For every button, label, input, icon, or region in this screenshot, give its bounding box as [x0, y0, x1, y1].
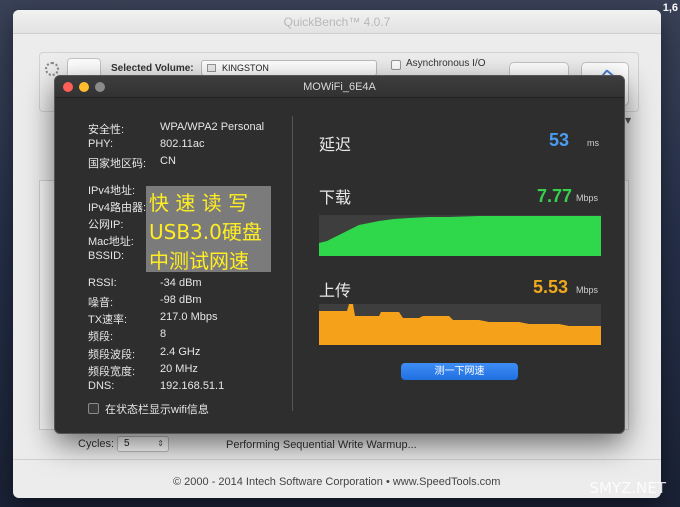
- info-value-country: CN: [160, 155, 176, 167]
- chevron-down-icon[interactable]: ▼: [625, 116, 631, 125]
- info-label-channel: 频段:: [88, 331, 114, 343]
- status-bar-checkbox[interactable]: [88, 403, 99, 414]
- upload-unit: Mbps: [576, 285, 599, 295]
- upload-value: 5.53: [533, 277, 569, 297]
- info-label-width: 频段宽度:: [88, 366, 136, 378]
- info-value-phy: 802.11ac: [160, 138, 205, 150]
- info-value-security: WPA/WPA2 Personal: [160, 121, 265, 133]
- copyright-text: © 2000 - 2014 Intech Software Corporatio…: [173, 476, 501, 488]
- volume-select-value: KINGSTON: [222, 63, 269, 73]
- info-value-rssi: -34 dBm: [160, 277, 202, 289]
- caption-line-3: 中测试网速: [149, 249, 249, 273]
- chevron-updown-icon: ⇕: [157, 439, 164, 448]
- upload-area: [319, 304, 601, 345]
- latency-value: 53: [549, 130, 570, 150]
- wifi-info-window: MOWiFi_6E4A 安全性: WPA/WPA2 Personal PHY: …: [54, 75, 625, 434]
- progress-spinner-icon: [45, 62, 59, 76]
- upload-graph: [319, 304, 601, 345]
- cycles-label: Cycles:: [78, 438, 115, 450]
- zoom-window-button[interactable]: [95, 82, 105, 92]
- info-value-noise: -98 dBm: [160, 294, 202, 306]
- info-label-router: IPv4路由器:: [88, 202, 147, 214]
- info-value-dns: 192.168.51.1: [160, 380, 225, 392]
- selected-volume-label: Selected Volume:: [111, 63, 194, 74]
- download-label: 下载: [319, 188, 352, 207]
- speed-test-button[interactable]: 测一下网速: [401, 363, 518, 380]
- drive-icon: [207, 64, 216, 72]
- download-value: 7.77: [537, 186, 573, 206]
- info-label-bssid: BSSID:: [88, 250, 125, 262]
- divider: [13, 459, 661, 460]
- watermark-logo: SMYZ.NET: [589, 479, 666, 497]
- async-io-label: Asynchronous I/O: [406, 58, 486, 69]
- info-label-phy: PHY:: [88, 138, 114, 150]
- download-area: [319, 216, 601, 256]
- info-label-band: 频段波段:: [88, 349, 136, 361]
- info-value-channel: 8: [160, 328, 167, 340]
- quickbench-title: QuickBench™ 4.0.7: [13, 10, 661, 34]
- download-graph-svg: [319, 216, 601, 256]
- info-value-width: 20 MHz: [160, 363, 198, 375]
- menubar-corner-text: 1,6: [662, 2, 678, 14]
- cycles-select[interactable]: 5 ⇕: [117, 436, 169, 452]
- wifi-titlebar: MOWiFi_6E4A: [55, 76, 624, 98]
- panel-divider: [292, 116, 293, 411]
- info-label-tx-rate: TX速率:: [88, 314, 128, 326]
- async-io-checkbox[interactable]: [391, 60, 401, 70]
- upload-graph-svg: [319, 304, 601, 345]
- info-value-band: 2.4 GHz: [160, 346, 201, 358]
- status-text: Performing Sequential Write Warmup...: [226, 439, 417, 451]
- latency-label: 延迟: [319, 135, 352, 154]
- info-label-security: 安全性:: [88, 124, 125, 136]
- download-graph: [319, 215, 601, 256]
- close-window-button[interactable]: [63, 82, 73, 92]
- cycles-value: 5: [124, 438, 130, 449]
- wifi-window-title: MOWiFi_6E4A: [303, 81, 376, 93]
- info-label-public-ip: 公网IP:: [88, 219, 124, 231]
- status-bar-checkbox-label: 在状态栏显示wifi信息: [105, 404, 209, 416]
- upload-label: 上传: [319, 281, 352, 300]
- info-label-rssi: RSSI:: [88, 277, 117, 289]
- info-label-country: 国家地区码:: [88, 158, 147, 170]
- download-unit: Mbps: [576, 193, 599, 203]
- info-value-tx-rate: 217.0 Mbps: [160, 311, 218, 323]
- info-label-ipv4: IPv4地址:: [88, 185, 136, 197]
- caption-line-2: USB3.0硬盘: [149, 220, 262, 244]
- info-label-mac: Mac地址:: [88, 236, 134, 248]
- info-label-dns: DNS:: [88, 380, 115, 392]
- info-label-noise: 噪音:: [88, 297, 114, 309]
- volume-select[interactable]: KINGSTON: [201, 60, 377, 76]
- latency-unit: ms: [587, 138, 599, 148]
- caption-line-1: 快 速 读 写: [149, 191, 249, 215]
- minimize-window-button[interactable]: [79, 82, 89, 92]
